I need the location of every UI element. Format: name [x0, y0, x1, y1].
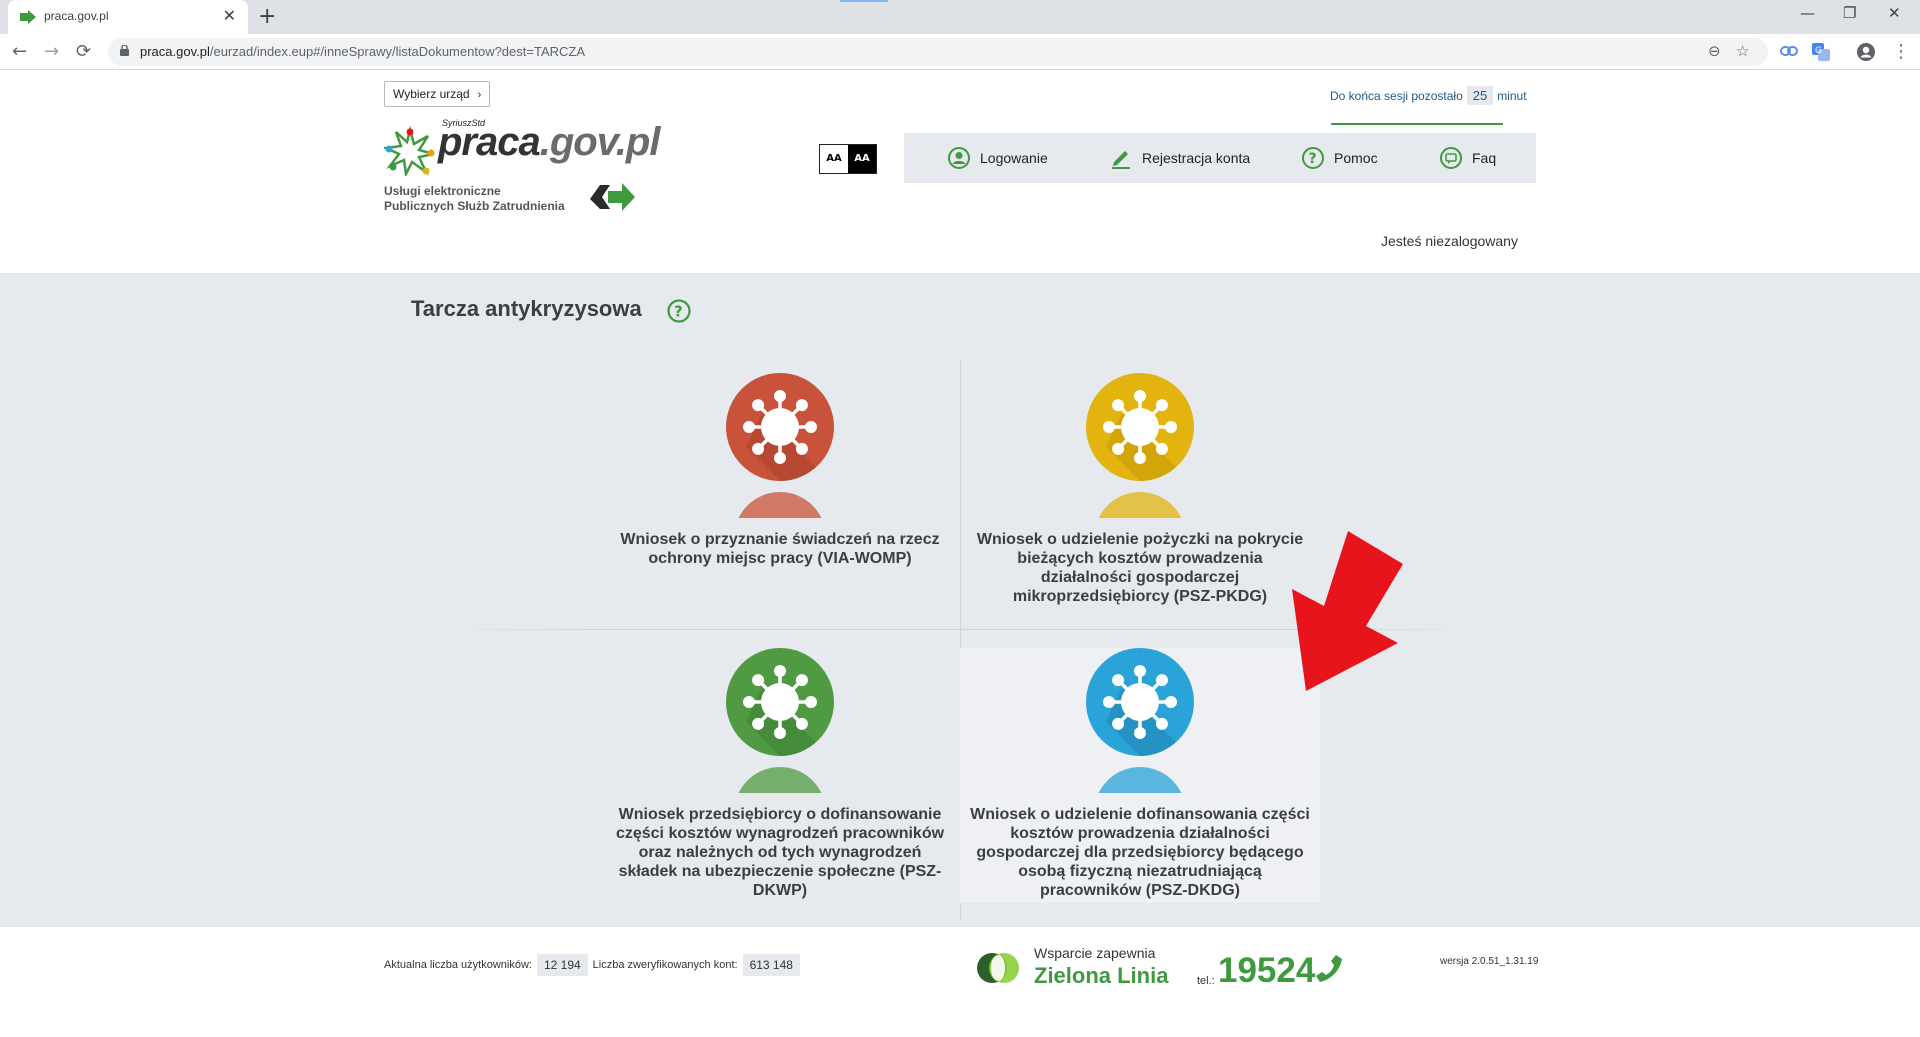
logo-hand-arrow-icon [590, 183, 635, 211]
card-psz-pkdg[interactable]: Wniosek o udzielenie pożyczki na pokryci… [960, 373, 1320, 643]
session-timer: Do końca sesji pozostało 25 minut [1330, 86, 1536, 105]
high-contrast-button[interactable]: AA [848, 145, 876, 173]
red-pointer-arrow-icon [1292, 531, 1403, 691]
extension-link-icon[interactable] [1780, 44, 1798, 58]
maximize-icon[interactable]: ❐ [1843, 4, 1856, 22]
window-close-icon[interactable]: ✕ [1888, 4, 1901, 22]
user-stats: Aktualna liczba użytkowników: 12 194 Lic… [384, 954, 805, 976]
verified-label: Liczba zweryfikowanych kont: [592, 959, 738, 971]
svg-text:?: ? [1309, 151, 1317, 167]
card-via-womp[interactable]: Wniosek o przyznanie świadczeń na rzecz … [600, 373, 960, 643]
phone-icon [1316, 955, 1342, 982]
card-psz-dkdg[interactable]: Wniosek o udzielenie dofinansowania częś… [960, 648, 1320, 903]
logo-subtitle-line1: Usługi elektroniczne [384, 184, 501, 198]
zoom-icon[interactable]: ⊖ [1708, 42, 1721, 60]
browser-toolbar: ← → ⟳ praca.gov.pl/eurzad/index.eup#/inn… [0, 34, 1920, 70]
chevron-right-icon: › [477, 89, 482, 101]
session-suffix: minut [1497, 89, 1527, 103]
card-label: Wniosek o udzielenie dofinansowania częś… [970, 806, 1310, 899]
users-value: 12 194 [536, 954, 588, 976]
url-path: /eurzad/index.eup#/inneSprawy/listaDokum… [209, 44, 586, 59]
praca-gov-logo[interactable]: SyriuszStd praca.gov.pl Usługi elektroni… [384, 118, 660, 238]
page-footer: Aktualna liczba użytkowników: 12 194 Lic… [0, 927, 1920, 1037]
lock-icon [120, 45, 129, 56]
help-icon: ? [1302, 147, 1324, 169]
page-header: Wybierz urząd › SyriuszStd praca.gov.pl U… [0, 70, 1920, 273]
nav-help-label: Pomoc [1334, 150, 1378, 166]
browser-tab[interactable]: praca.gov.pl ✕ [8, 0, 248, 34]
logo-subtitle: Usługi elektroniczne Publicznych Służb Z… [384, 184, 565, 214]
minimize-icon[interactable]: — [1800, 4, 1815, 22]
font-contrast-toggle: AA AA [819, 144, 877, 174]
address-bar[interactable]: praca.gov.pl/eurzad/index.eup#/inneSpraw… [108, 38, 1768, 66]
url-host: praca.gov.pl [140, 44, 210, 59]
card-label: Wniosek o przyznanie świadczeń na rzecz … [620, 531, 940, 567]
virus-icon [726, 373, 834, 518]
nav-register-label: Rejestracja konta [1142, 150, 1251, 166]
page-title: Tarcza antykryzysowa [411, 296, 642, 321]
new-tab-button[interactable]: + [258, 4, 276, 30]
profile-icon[interactable] [1856, 42, 1876, 62]
nav-help[interactable]: ? Pomoc [1302, 133, 1378, 183]
card-label: Wniosek przedsiębiorcy o dofinansowanie … [615, 806, 945, 899]
bookmark-star-icon[interactable]: ☆ [1736, 42, 1749, 60]
user-icon [948, 147, 970, 169]
nav-register[interactable]: Rejestracja konta [1110, 133, 1250, 183]
browser-menu-icon[interactable]: ⋮ [1892, 42, 1910, 62]
verified-value: 613 148 [742, 954, 800, 976]
choose-office-button[interactable]: Wybierz urząd › [384, 81, 491, 107]
main-content: Tarcza antykryzysowa ? Wniosek o przyzna… [0, 273, 1920, 927]
session-minutes: 25 [1466, 86, 1494, 105]
card-label: Wniosek o udzielenie pożyczki na pokryci… [976, 531, 1304, 605]
logo-brand-main: praca [438, 120, 541, 164]
virus-icon [1086, 373, 1194, 518]
logo-subtitle-line2: Publicznych Służb Zatrudnienia [384, 199, 565, 213]
svg-text:?: ? [674, 303, 683, 321]
nav-faq[interactable]: Faq [1440, 133, 1496, 183]
virus-icon [726, 648, 834, 793]
url-text: praca.gov.pl/eurzad/index.eup#/inneSpraw… [140, 44, 585, 59]
forward-icon[interactable]: → [44, 42, 59, 62]
support-line2: Zielona Linia [1034, 963, 1169, 988]
users-label: Aktualna liczba użytkowników: [384, 959, 532, 971]
normal-contrast-button[interactable]: AA [820, 145, 848, 173]
praca-favicon-icon [20, 10, 36, 24]
main-navigation: Logowanie Rejestracja konta ? Pomoc Faq [904, 133, 1536, 183]
nav-faq-label: Faq [1472, 150, 1497, 166]
choose-office-label: Wybierz urząd [393, 87, 470, 101]
svg-text:G: G [1815, 46, 1822, 56]
nav-login-label: Logowanie [980, 150, 1048, 166]
zielona-linia-logo-icon [977, 953, 1019, 983]
translate-icon[interactable]: G [1812, 43, 1830, 61]
title-help-icon[interactable]: ? [667, 299, 691, 323]
app-version: wersja 2.0.51_1.31.19 [1440, 956, 1539, 967]
tab-indicator [840, 0, 888, 2]
card-psz-dkwp[interactable]: Wniosek przedsiębiorcy o dofinansowanie … [600, 648, 960, 918]
login-status: Jesteś niezalogowany [1381, 233, 1518, 249]
logo-brand-gov: .gov.pl [539, 120, 661, 164]
nav-login[interactable]: Logowanie [948, 133, 1048, 183]
logo-brand: praca.gov.pl [438, 120, 661, 165]
browser-tab-strip: praca.gov.pl ✕ + — ❐ ✕ [0, 0, 1920, 34]
tab-close-icon[interactable]: ✕ [223, 7, 236, 25]
logo-star-icon [384, 126, 435, 176]
virus-icon [1086, 648, 1194, 793]
session-underline [1331, 123, 1503, 125]
tab-title: praca.gov.pl [44, 9, 109, 23]
session-prefix: Do końca sesji pozostało [1330, 89, 1463, 103]
tel-number[interactable]: 19524 [1218, 951, 1315, 991]
support-line1: Wsparcie zapewnia [1034, 945, 1156, 961]
chat-bubble-icon [1440, 147, 1462, 169]
pencil-icon [1112, 151, 1130, 169]
tel-label: tel.: [1197, 975, 1215, 987]
reload-icon[interactable]: ⟳ [76, 42, 91, 62]
back-icon[interactable]: ← [12, 42, 27, 62]
